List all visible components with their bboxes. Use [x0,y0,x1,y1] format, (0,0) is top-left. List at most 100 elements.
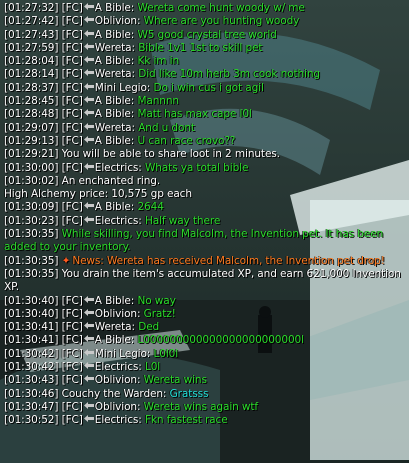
message-timestamp: [01:29:13] [4,134,59,147]
clan-rank-icon [83,362,94,370]
clan-tag: [FC] [61,361,83,374]
message-text: While skilling, you find Malcolm, the In… [4,228,384,254]
speaker-name[interactable]: A Bible: [95,201,135,213]
message-timestamp: [01:30:02] [4,174,59,187]
speaker-name[interactable]: Electrics: [95,361,142,373]
chat-message: [01:30:42] [FC] Mini Legio: L0l0l [4,348,409,361]
chat-message: [01:30:42] [FC] Electrics: L0l [4,361,409,374]
chat-message: [01:27:32] [FC] A Bible: Wereta come hunt… [4,2,409,15]
clan-rank-icon [83,56,94,64]
clan-rank-icon [83,375,94,383]
message-text: An enchanted ring. [61,174,161,187]
message-text: Gratz! [143,307,176,320]
clan-tag: [FC] [61,374,83,387]
chat-message: [01:30:23] [FC] Electrics: Half way there [4,215,409,228]
clan-tag: [FC] [61,294,83,307]
message-timestamp: [01:30:35] [4,228,59,241]
clan-tag: [FC] [61,81,83,94]
chat-message: [01:28:45] [FC] A Bible: Mannnn [4,95,409,108]
clan-tag: [FC] [61,347,83,360]
clan-tag: [FC] [61,400,83,413]
chat-message: [01:30:47] [FC] Oblivion: Wereta wins aga… [4,401,409,414]
message-text: 2644 [137,201,164,214]
clan-rank-icon [83,348,94,356]
speaker-name[interactable]: Electrics: [95,162,142,174]
clan-tag: [FC] [61,161,83,174]
speaker-name[interactable]: A Bible: [95,2,135,14]
chat-message: [01:27:42] [FC] Oblivion: Where are you h… [4,15,409,28]
chat-message: [01:30:52] [FC] Electrics: Fkn fastest ra… [4,414,409,427]
clan-tag: [FC] [61,201,83,214]
chat-message: [01:30:41] [FC] Wereta: Ded [4,321,409,334]
clan-rank-icon [83,3,94,10]
clan-tag: [FC] [61,55,83,68]
chat-message: [01:29:21] You will be able to share loo… [4,148,409,161]
message-timestamp: [01:30:23] [4,214,59,227]
speaker-name[interactable]: Electrics: [95,414,142,426]
clan-rank-icon [83,335,94,343]
clan-tag: [FC] [61,41,83,54]
message-timestamp: [01:28:48] [4,108,59,121]
clan-rank-icon [83,401,94,409]
clan-rank-icon [83,215,94,223]
speaker-name[interactable]: A Bible: [95,108,135,120]
speaker-name[interactable]: Wereta: [95,68,135,80]
speaker-name[interactable]: A Bible: [95,55,135,67]
message-timestamp: [01:30:35] [4,267,59,280]
message-text: Ded [138,321,160,334]
speaker-name[interactable]: Electrics: [95,215,142,227]
speaker-name[interactable]: A Bible: [95,135,135,147]
chat-message: [01:30:35] ✦ News: Wereta has received Ma… [4,255,406,268]
message-text: Matt has max cape l0l [137,108,252,121]
clan-tag: [FC] [61,414,83,427]
speaker-name[interactable]: A Bible: [95,95,135,107]
message-text: No way [137,294,176,307]
speaker-name[interactable]: A Bible: [95,29,135,41]
message-text: L0l [144,361,161,374]
clan-rank-icon [83,202,94,210]
speaker-name[interactable]: Mini Legio: [95,348,151,360]
message-timestamp: [01:29:07] [4,121,59,134]
speaker-name[interactable]: A Bible: [95,295,135,307]
speaker-name[interactable]: Oblivion: [95,374,141,386]
clan-rank-icon [83,122,94,130]
speaker-name[interactable]: Oblivion: [95,401,141,413]
message-text: Did like 10m herb 3m cook nothing [138,68,320,81]
chat-message: [01:30:46] Couchy the Warden: Gratsss [4,388,409,401]
message-text: Half way there [144,214,221,227]
message-timestamp: [01:30:42] [4,361,59,374]
chat-message: [01:28:37] [FC] Mini Legio: Do i win cus … [4,82,409,95]
message-timestamp: [01:30:40] [4,294,59,307]
clan-tag: [FC] [61,2,83,14]
chat-box: [01:27:32] [FC] A Bible: Wereta come hunt… [0,0,409,463]
message-timestamp: [01:30:09] [4,201,59,214]
chat-message: [01:28:04] [FC] A Bible: Kk im in [4,55,409,68]
chat-message: [01:28:14] [FC] Wereta: Did like 10m herb… [4,68,409,81]
speaker-name[interactable]: Wereta: [95,42,135,54]
clan-rank-icon [83,29,94,37]
speaker-name[interactable]: Wereta: [95,321,135,333]
clan-rank-icon [83,162,94,170]
chat-message: [01:30:35] You drain the item's accumula… [4,268,406,295]
speaker-name[interactable]: Mini Legio: [95,82,151,94]
clan-rank-icon [83,82,94,90]
clan-rank-icon [83,135,94,143]
message-timestamp: [01:28:14] [4,68,59,81]
speaker-name[interactable]: Oblivion: [95,15,141,27]
speaker-name[interactable]: A Bible: [95,334,135,346]
speaker-name[interactable]: Couchy the Warden: [62,388,167,400]
chat-message: [01:30:00] [FC] Electrics: Whats ya total… [4,162,409,175]
message-text: Mannnn [137,95,179,108]
speaker-name[interactable]: Oblivion: [95,308,141,320]
message-timestamp: [01:28:45] [4,95,59,108]
message-text: News: Wereta has received Malcolm, the I… [72,254,385,267]
message-text: U can race crovo?? [137,134,236,147]
clan-rank-icon [83,16,94,24]
message-text: Bible 1v1 1st to skill pet [138,41,263,54]
clan-tag: [FC] [61,15,83,28]
message-text: Wereta wins [143,374,207,387]
speaker-name[interactable]: Wereta: [95,122,135,134]
news-star-icon: ✦ [61,254,71,267]
message-text: Whats ya total bible [144,161,249,174]
clan-rank-icon [83,96,94,104]
